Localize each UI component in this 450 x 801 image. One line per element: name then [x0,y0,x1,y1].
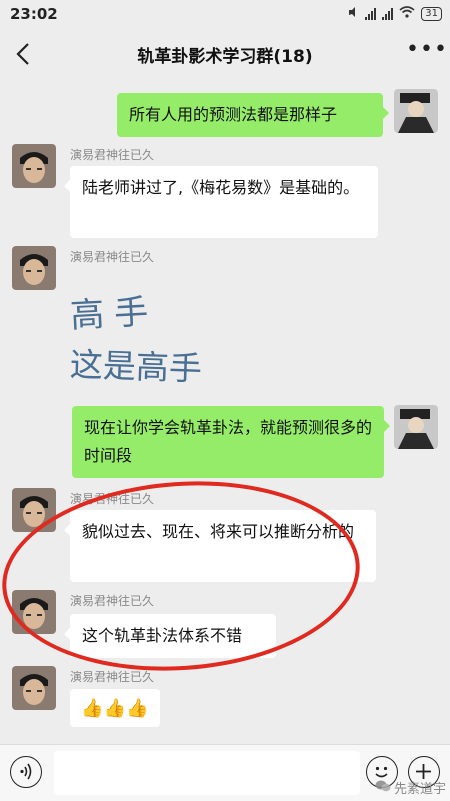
status-bar: 23:02 31 [0,0,450,28]
calligraphy-sticker-line-2[interactable]: 这是高手 [69,338,203,391]
signal-icon-2 [382,7,394,20]
sender-name: 演易君神往已久 [70,492,155,506]
voice-button[interactable] [10,756,42,788]
wifi-icon [399,6,415,21]
sender-name: 演易君神往已久 [70,148,155,162]
battery-icon: 31 [421,6,442,21]
avatar-user[interactable] [12,246,56,290]
message-bubble-outgoing[interactable]: 现在让你学会轨革卦法，就能预测很多的时间段 [72,406,390,478]
more-button[interactable]: ••• [406,39,447,68]
avatar-user[interactable] [12,488,56,532]
watermark-text: 先素道宇 [393,782,446,797]
avatar-self[interactable] [394,89,438,133]
avatar-user[interactable] [12,590,56,634]
watermark: 先素道宇 [375,778,446,797]
avatar-user[interactable] [12,666,56,710]
chat-title: 轨革卦影术学习群(18) [137,47,313,67]
avatar-user[interactable] [12,144,56,188]
input-bar: 先素道宇 [0,744,450,801]
sender-name: 演易君神往已久 [70,594,155,608]
more-dots-icon: ••• [406,37,448,62]
chat-header: 轨革卦影术学习群(18) ••• [0,28,450,80]
wechat-logo-icon [375,779,391,797]
message-bubble-outgoing[interactable]: 所有人用的预测法都是那样子 [117,93,389,137]
sender-name: 演易君神往已久 [70,250,155,264]
message-bubble-incoming[interactable]: 陆老师讲过了,《梅花易数》是基础的。 [64,166,378,238]
avatar-self[interactable] [394,405,438,449]
message-bubble-incoming[interactable]: 这个轨革卦法体系不错 [64,614,276,658]
message-bubble-incoming[interactable]: 貌似过去、现在、将来可以推断分析的 [64,510,376,582]
status-time: 23:02 [10,5,58,23]
sender-name: 演易君神往已久 [70,670,155,684]
mute-icon [347,6,359,21]
message-input[interactable] [54,751,360,795]
voice-icon [20,763,32,780]
thumbs-up-message[interactable]: 👍👍👍 [70,689,160,727]
signal-icon [365,7,377,20]
status-icons: 31 [347,6,442,21]
calligraphy-sticker-line-1[interactable]: 高手 [69,284,159,338]
